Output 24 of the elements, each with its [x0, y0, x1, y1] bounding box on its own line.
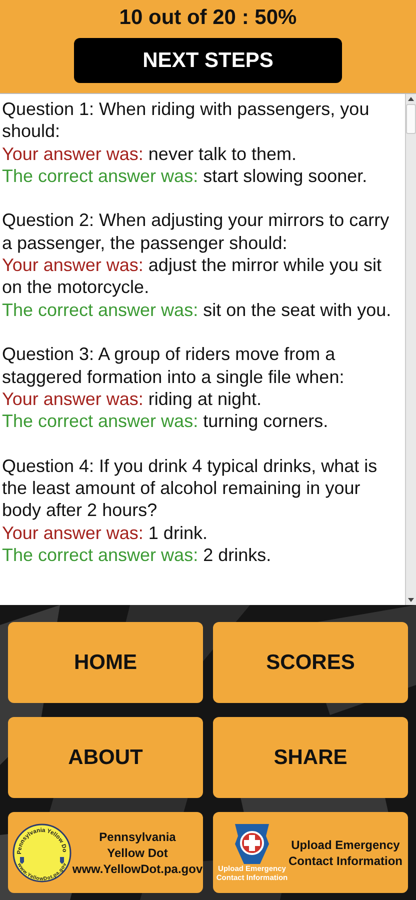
program-text: www.YellowDot.pa.gov [72, 860, 203, 876]
score-text: 10 out of 20 : 50% [119, 6, 297, 30]
program-text: Yellow Dot [107, 844, 168, 860]
emergency-contact-text: Upload Emergency Contact Information [288, 836, 404, 868]
nav-button[interactable]: SCORES [213, 622, 408, 703]
correct-answer-text: The correct answer was: sit on the seat with you. [2, 298, 392, 321]
question-text: Question 4: If you drink 4 typical drinks, what is the least amount of alcohol remaining in your body after 2 hours? [2, 454, 378, 522]
nav-button[interactable]: SHARE [213, 717, 408, 798]
your-answer-text: Your answer was: riding at night. [2, 388, 262, 410]
correct-answer-text: The correct answer was: start slowing sooner. [2, 164, 368, 188]
your-answer-text: Your answer was: never talk to them. [2, 142, 298, 165]
question-text: Question 3: A group of riders move from a staggered formation into a single file when: [2, 343, 346, 388]
your-answer-text: Your answer was: adjust the mirror while you sit on the motorcycle. [2, 254, 383, 299]
correct-answer-text: The correct answer was: turning corners. [2, 410, 330, 432]
correct-answer-text: The correct answer was: 2 drinks. [2, 544, 272, 566]
scrollbar[interactable] [405, 94, 416, 605]
nav-button[interactable]: ABOUT [8, 717, 203, 798]
question-text: Question 1: When riding with passengers, you should: [2, 98, 370, 143]
next-steps-button[interactable]: NEXT STEPS [74, 38, 342, 83]
question-text: Question 2: When adjusting your mirrors to carry a passenger, the passenger should: [2, 209, 390, 254]
medical-cross-icon [232, 824, 272, 864]
nav-button[interactable]: HOME [8, 622, 203, 703]
program-text: Pennsylvania [99, 828, 176, 844]
your-answer-text: Your answer was: 1 drink. [2, 522, 208, 544]
